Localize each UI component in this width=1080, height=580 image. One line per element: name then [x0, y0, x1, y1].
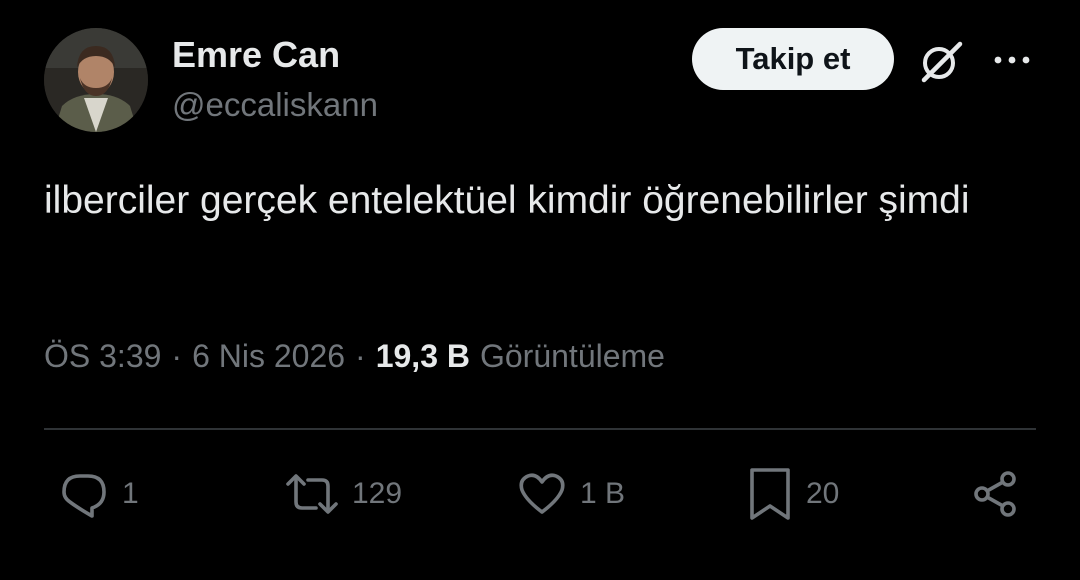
user-handle[interactable]: @eccaliskann: [172, 86, 378, 124]
share-icon: [970, 468, 1022, 520]
reply-icon: [58, 468, 110, 520]
reply-count: 1: [122, 477, 139, 510]
follow-button[interactable]: Takip et: [692, 28, 894, 90]
views-count[interactable]: 19,3 B: [376, 338, 470, 375]
divider: [44, 428, 1036, 430]
tweet-time[interactable]: ÖS 3:39: [44, 338, 161, 375]
repost-button[interactable]: 129: [284, 466, 402, 522]
repost-icon: [284, 468, 340, 520]
tweet-text: ilberciler gerçek entelektüel kimdir öğr…: [44, 179, 970, 222]
like-count: 1 B: [580, 477, 626, 510]
meta-separator: ·: [355, 338, 366, 374]
heart-icon: [516, 468, 568, 520]
tweet-date[interactable]: 6 Nis 2026: [192, 338, 345, 375]
bookmark-button[interactable]: 20: [746, 466, 839, 522]
like-button[interactable]: 1 B: [516, 466, 625, 522]
bookmark-count: 20: [806, 477, 840, 510]
reply-button[interactable]: 1: [58, 466, 139, 522]
display-name[interactable]: Emre Can: [172, 34, 340, 76]
tweet-card: Emre Can @eccaliskann Takip et ilbercile…: [0, 0, 1080, 580]
avatar[interactable]: [44, 28, 148, 132]
bookmark-icon: [746, 466, 794, 522]
tweet-meta: ÖS 3:39 · 6 Nis 2026 · 19,3 B Görüntülem…: [44, 338, 665, 375]
more-options-icon[interactable]: [992, 44, 1032, 76]
views-label[interactable]: Görüntüleme: [470, 338, 665, 375]
meta-separator: ·: [171, 338, 183, 374]
grok-icon[interactable]: [918, 38, 964, 84]
repost-count: 129: [352, 477, 403, 510]
share-button[interactable]: [970, 466, 1022, 522]
